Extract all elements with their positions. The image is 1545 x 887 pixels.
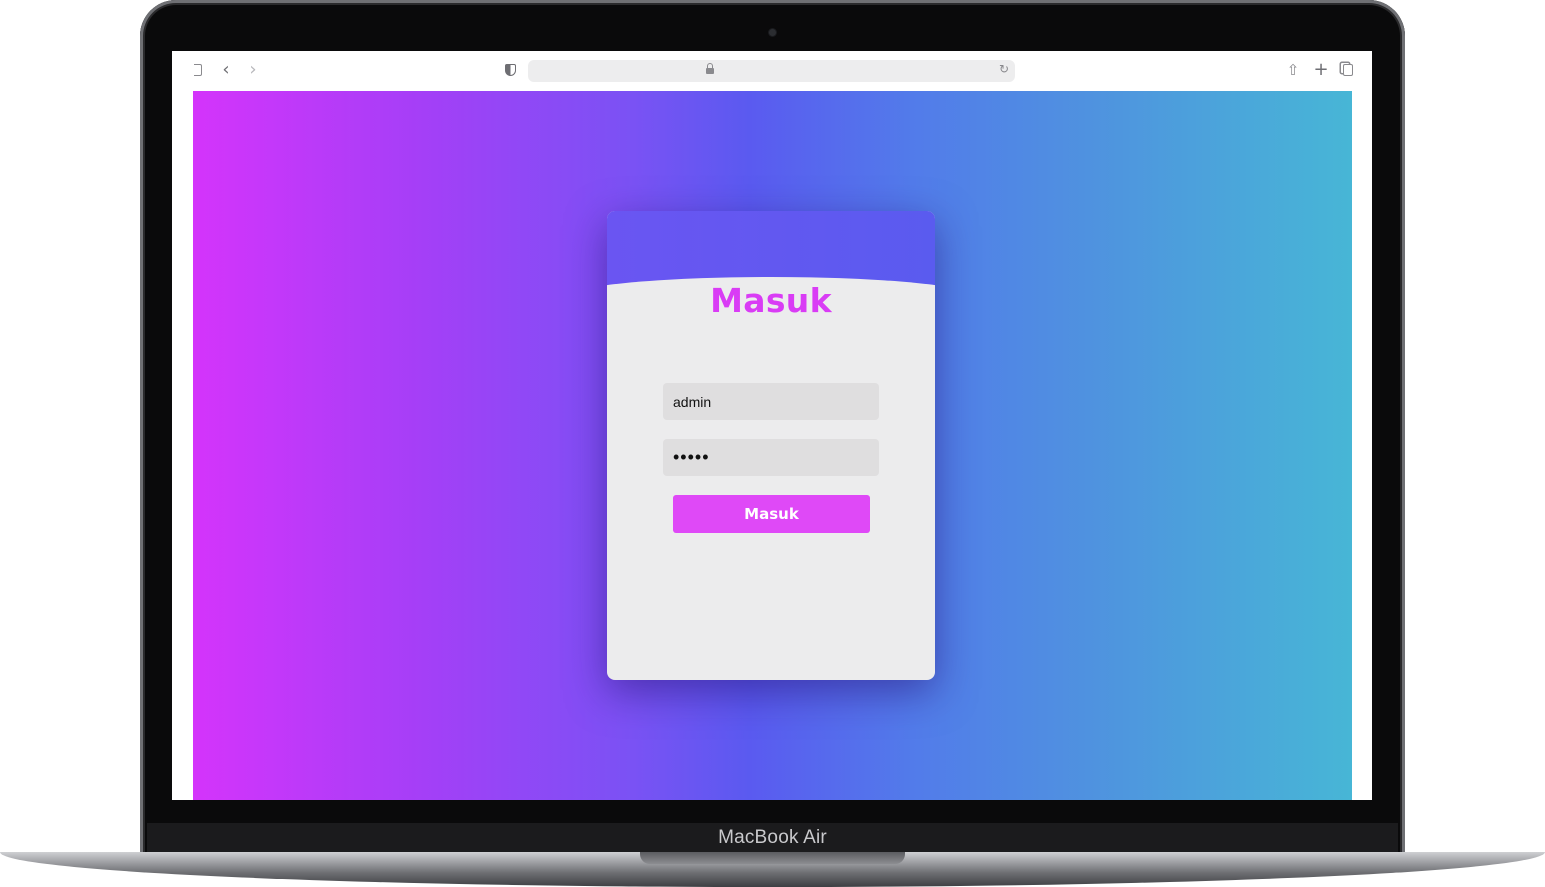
new-tab-icon[interactable]: + <box>1312 61 1330 79</box>
login-card: Masuk Masuk <box>607 211 935 680</box>
password-field[interactable] <box>663 439 879 476</box>
tabs-overview-icon[interactable] <box>1339 61 1357 79</box>
share-icon[interactable]: ⇧ <box>1284 61 1302 79</box>
reload-icon[interactable]: ↻ <box>999 62 1009 76</box>
screen: ‹ › ↻ ⇧ + Masuk Masuk <box>172 51 1372 800</box>
address-bar[interactable]: ↻ <box>528 60 1015 82</box>
laptop-notch <box>640 852 905 864</box>
laptop-chin: MacBook Air <box>147 823 1398 855</box>
page-background: Masuk Masuk <box>193 91 1352 800</box>
lock-icon <box>706 63 714 75</box>
login-button[interactable]: Masuk <box>673 495 870 533</box>
forward-icon[interactable]: › <box>244 61 262 79</box>
browser-toolbar: ‹ › ↻ ⇧ + <box>172 51 1372 91</box>
back-icon[interactable]: ‹ <box>217 61 235 79</box>
sidebar-icon[interactable] <box>190 61 208 79</box>
username-field[interactable] <box>663 383 879 420</box>
device-label: MacBook Air <box>718 827 827 848</box>
camera <box>769 29 776 36</box>
login-title: Masuk <box>710 281 832 320</box>
shield-icon[interactable] <box>502 61 520 79</box>
